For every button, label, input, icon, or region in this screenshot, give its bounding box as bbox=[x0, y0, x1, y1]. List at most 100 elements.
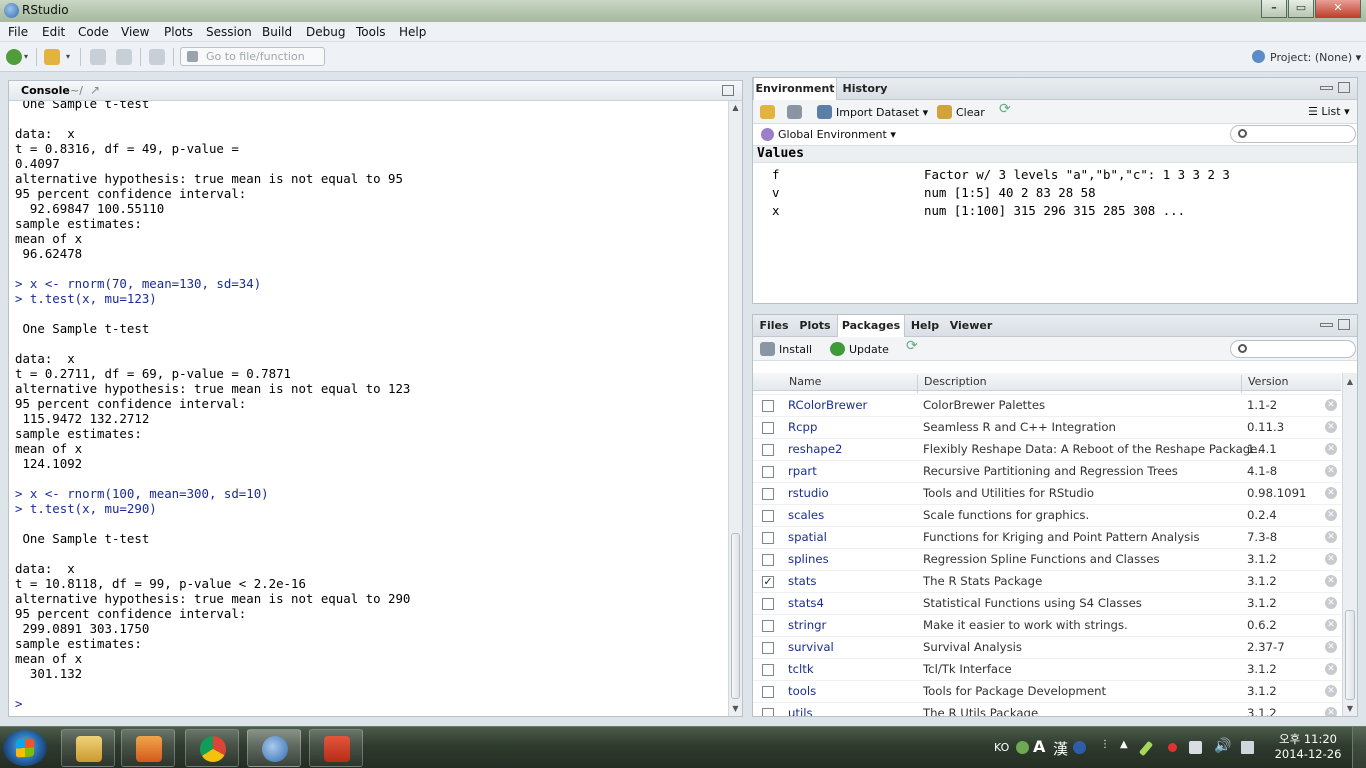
menu-code[interactable]: Code bbox=[78, 25, 109, 39]
refresh-icon[interactable]: ⟳ bbox=[999, 101, 1011, 117]
scroll-up-icon[interactable]: ▲ bbox=[1343, 375, 1357, 389]
package-load-checkbox[interactable] bbox=[762, 466, 774, 478]
taskbar-chrome[interactable] bbox=[185, 729, 239, 767]
remove-package-icon[interactable]: ✕ bbox=[1325, 707, 1337, 716]
tab-packages[interactable]: Packages bbox=[837, 315, 905, 338]
tab-files[interactable]: Files bbox=[755, 315, 793, 337]
package-load-checkbox[interactable] bbox=[762, 422, 774, 434]
remove-package-icon[interactable]: ✕ bbox=[1325, 421, 1337, 433]
package-name-link[interactable]: survival bbox=[788, 640, 834, 654]
taskbar-rstudio[interactable] bbox=[247, 729, 301, 767]
remove-package-icon[interactable]: ✕ bbox=[1325, 465, 1337, 477]
col-name-header[interactable]: Name bbox=[789, 375, 821, 388]
volume-icon[interactable]: 🔊 bbox=[1214, 738, 1231, 754]
maximize-button[interactable]: ▭ bbox=[1288, 0, 1314, 18]
goto-file-input[interactable]: Go to file/function bbox=[180, 47, 325, 66]
remove-package-icon[interactable]: ✕ bbox=[1325, 553, 1337, 565]
remove-package-icon[interactable]: ✕ bbox=[1325, 619, 1337, 631]
minimize-button[interactable]: – bbox=[1261, 0, 1287, 18]
ime-options-icon[interactable]: ⋮ bbox=[1100, 739, 1110, 750]
minimize-pane-icon[interactable] bbox=[1320, 323, 1333, 327]
package-load-checkbox[interactable] bbox=[762, 598, 774, 610]
remove-package-icon[interactable]: ✕ bbox=[1325, 641, 1337, 653]
scroll-up-icon[interactable]: ▲ bbox=[729, 101, 742, 115]
clock[interactable]: 오후 11:20 2014-12-26 bbox=[1268, 732, 1348, 762]
package-name-link[interactable]: reshape2 bbox=[788, 442, 842, 456]
remove-package-icon[interactable]: ✕ bbox=[1325, 575, 1337, 587]
menu-tools[interactable]: Tools bbox=[356, 25, 386, 39]
show-desktop-button[interactable] bbox=[1352, 727, 1366, 768]
package-load-checkbox[interactable] bbox=[762, 554, 774, 566]
show-hidden-icons[interactable]: ▲ bbox=[1120, 739, 1128, 750]
menu-session[interactable]: Session bbox=[206, 25, 252, 39]
environment-search-input[interactable] bbox=[1230, 125, 1356, 143]
go-to-directory-icon[interactable]: ↗ bbox=[90, 83, 100, 97]
package-name-link[interactable]: tools bbox=[788, 684, 816, 698]
col-description-header[interactable]: Description bbox=[924, 375, 987, 388]
package-load-checkbox[interactable] bbox=[762, 444, 774, 456]
tab-history[interactable]: History bbox=[839, 78, 891, 100]
packages-scrollbar[interactable]: ▲ ▼ bbox=[1342, 373, 1357, 716]
tab-viewer[interactable]: Viewer bbox=[947, 315, 995, 337]
remove-package-icon[interactable]: ✕ bbox=[1325, 487, 1337, 499]
package-name-link[interactable]: RColorBrewer bbox=[788, 398, 867, 412]
package-load-checkbox[interactable]: ✓ bbox=[762, 576, 774, 588]
maximize-pane-icon[interactable] bbox=[1338, 82, 1350, 93]
package-name-link[interactable]: stats bbox=[788, 574, 817, 588]
package-name-link[interactable]: tcltk bbox=[788, 662, 814, 676]
console-scrollbar[interactable]: ▲ ▼ bbox=[728, 101, 742, 716]
update-button[interactable]: Update bbox=[830, 342, 889, 356]
package-load-checkbox[interactable] bbox=[762, 664, 774, 676]
view-mode-menu[interactable]: ☰ List ▾ bbox=[1308, 105, 1350, 118]
open-dropdown-icon[interactable]: ▾ bbox=[66, 52, 74, 68]
remove-package-icon[interactable]: ✕ bbox=[1325, 597, 1337, 609]
device-icon[interactable] bbox=[1189, 741, 1202, 754]
package-load-checkbox[interactable] bbox=[762, 642, 774, 654]
package-load-checkbox[interactable] bbox=[762, 620, 774, 632]
console-output[interactable]: One Sample t-test data: xt = 0.8316, df =… bbox=[15, 101, 727, 716]
menu-edit[interactable]: Edit bbox=[42, 25, 65, 39]
package-load-checkbox[interactable] bbox=[762, 510, 774, 522]
menu-build[interactable]: Build bbox=[262, 25, 292, 39]
package-load-checkbox[interactable] bbox=[762, 400, 774, 412]
remove-package-icon[interactable]: ✕ bbox=[1325, 443, 1337, 455]
ime-icon[interactable] bbox=[1016, 741, 1029, 754]
package-name-link[interactable]: stringr bbox=[788, 618, 826, 632]
package-name-link[interactable]: Rcpp bbox=[788, 420, 817, 434]
menu-view[interactable]: View bbox=[121, 25, 149, 39]
env-row[interactable]: x num [1:100] 315 296 315 285 308 ... bbox=[753, 202, 1357, 220]
maximize-pane-icon[interactable] bbox=[1338, 319, 1350, 330]
save-icon[interactable] bbox=[90, 49, 106, 65]
env-row[interactable]: f Factor w/ 3 levels "a","b","c": 1 3 3 … bbox=[753, 166, 1357, 184]
tab-environment[interactable]: Environment bbox=[753, 78, 837, 101]
taskbar-gmail[interactable] bbox=[309, 729, 363, 767]
refresh-icon[interactable]: ⟳ bbox=[906, 338, 918, 354]
package-load-checkbox[interactable] bbox=[762, 708, 774, 716]
menu-debug[interactable]: Debug bbox=[306, 25, 345, 39]
minimize-pane-icon[interactable] bbox=[1320, 86, 1333, 90]
open-folder-icon[interactable] bbox=[44, 49, 60, 65]
network-icon[interactable] bbox=[1241, 741, 1254, 754]
remove-package-icon[interactable]: ✕ bbox=[1325, 685, 1337, 697]
scroll-down-icon[interactable]: ▼ bbox=[729, 702, 742, 716]
project-menu[interactable]: Project: (None) ▾ bbox=[1252, 50, 1361, 64]
hanja-label[interactable]: 漢 bbox=[1053, 738, 1068, 759]
package-name-link[interactable]: scales bbox=[788, 508, 824, 522]
start-button[interactable] bbox=[3, 730, 47, 766]
help-icon[interactable] bbox=[1073, 741, 1086, 754]
save-workspace-icon[interactable] bbox=[787, 105, 802, 119]
close-button[interactable]: ✕ bbox=[1315, 0, 1361, 18]
load-workspace-icon[interactable] bbox=[760, 105, 775, 119]
remove-package-icon[interactable]: ✕ bbox=[1325, 531, 1337, 543]
package-load-checkbox[interactable] bbox=[762, 686, 774, 698]
scroll-down-icon[interactable]: ▼ bbox=[1343, 702, 1357, 716]
package-name-link[interactable]: utils bbox=[788, 706, 813, 716]
menu-plots[interactable]: Plots bbox=[164, 25, 193, 39]
scroll-thumb[interactable] bbox=[1345, 610, 1355, 700]
scroll-thumb[interactable] bbox=[731, 533, 740, 699]
package-name-link[interactable]: spatial bbox=[788, 530, 827, 544]
global-environment-menu[interactable]: Global Environment ▾ bbox=[761, 128, 896, 141]
taskbar-explorer[interactable] bbox=[61, 729, 115, 767]
maximize-pane-icon[interactable] bbox=[722, 85, 734, 96]
package-name-link[interactable]: rpart bbox=[788, 464, 817, 478]
